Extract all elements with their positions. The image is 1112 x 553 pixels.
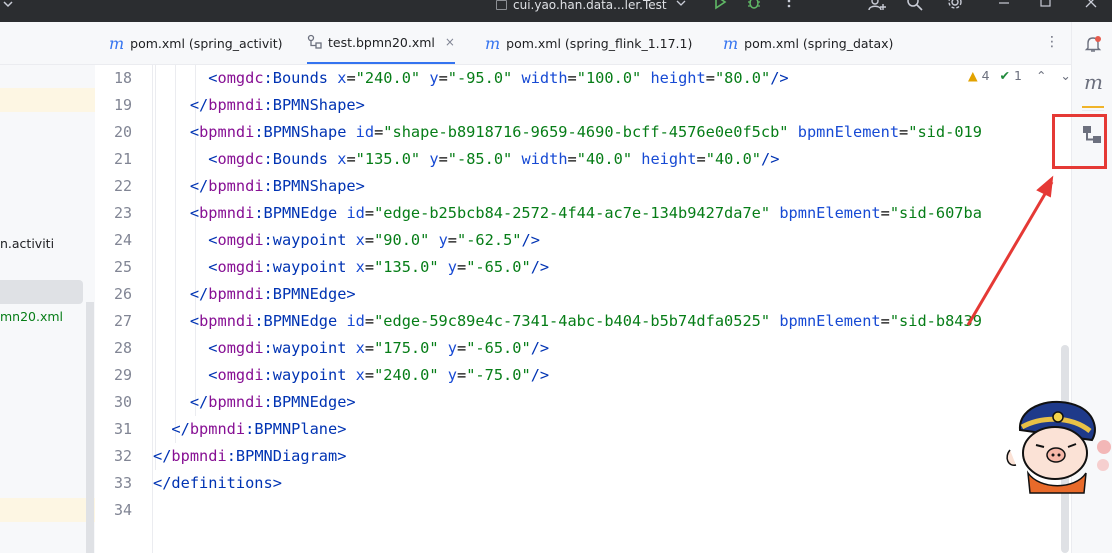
highlighted-row[interactable]	[0, 88, 95, 112]
maven-icon[interactable]: m	[1084, 70, 1103, 94]
mascot-sticker	[1006, 400, 1111, 494]
line-number: 32	[113, 447, 132, 465]
maximize-icon[interactable]	[1040, 0, 1052, 10]
line-number: 24	[113, 231, 132, 249]
line-number: 20	[113, 123, 132, 141]
maven-icon: m	[485, 33, 501, 53]
tab-pom-spring-activit[interactable]: m pom.xml (spring_activit)	[109, 22, 283, 64]
line-number: 26	[113, 285, 132, 303]
tab-pom-spring-flink[interactable]: m pom.xml (spring_flink_1.17.1)	[485, 22, 692, 64]
run-icon[interactable]	[713, 0, 727, 10]
highlighted-row[interactable]	[0, 498, 95, 522]
ok-count: 1	[1014, 68, 1022, 83]
close-tab-icon[interactable]: ×	[445, 35, 455, 49]
code-line[interactable]: <omgdi:waypoint x="240.0" y="-75.0"/>	[153, 362, 549, 389]
line-number: 27	[113, 312, 132, 330]
panel-divider	[0, 64, 95, 65]
code-line[interactable]: <omgdi:waypoint x="90.0" y="-62.5"/>	[153, 227, 540, 254]
configuration-icon	[496, 0, 507, 10]
chevron-down-icon[interactable]: ⌄	[1060, 68, 1070, 83]
strip-divider	[1082, 110, 1104, 111]
code-line[interactable]: </bpmndi:BPMNDiagram>	[153, 443, 346, 470]
line-number: 19	[113, 96, 132, 114]
run-configuration-selector[interactable]: cui.yao.han.data...ler.Test	[496, 0, 686, 12]
line-number: 28	[113, 339, 132, 357]
code-line[interactable]: <bpmndi:BPMNEdge id="edge-b25bcb84-2572-…	[153, 200, 982, 227]
line-number: 18	[113, 69, 132, 87]
tab-label: pom.xml (spring_activit)	[130, 35, 283, 51]
line-number: 30	[113, 393, 132, 411]
debug-icon[interactable]	[746, 0, 762, 10]
code-line[interactable]: <omgdi:waypoint x="135.0" y="-65.0"/>	[153, 254, 549, 281]
code-line[interactable]: </bpmndi:BPMNShape>	[153, 92, 365, 119]
code-line[interactable]: <bpmndi:BPMNEdge id="edge-59c89e4c-7341-…	[153, 308, 982, 335]
code-line[interactable]: <omgdc:Bounds x="240.0" y="-95.0" width=…	[153, 65, 788, 92]
line-number-gutter: 18 19 20 21 22 23 24 25 26 27 28 29 30 3…	[95, 65, 153, 553]
title-bar: cui.yao.han.data...ler.Test	[0, 0, 1112, 22]
line-number: 21	[113, 150, 132, 168]
tab-label: pom.xml (spring_datax)	[744, 35, 894, 51]
line-number: 23	[113, 204, 132, 222]
editor-tab-bar: m pom.xml (spring_activit) test.bpmn20.x…	[95, 22, 1071, 65]
line-number: 31	[113, 420, 132, 438]
minimize-icon[interactable]	[998, 0, 1010, 10]
maven-icon: m	[723, 33, 739, 53]
maven-icon: m	[109, 33, 125, 53]
check-icon: ✔	[999, 68, 1011, 83]
line-number: 29	[113, 366, 132, 384]
line-number: 34	[113, 501, 132, 519]
project-tree-item[interactable]: mn20.xml	[0, 309, 63, 324]
code-line[interactable]: <bpmndi:BPMNShape id="shape-b8918716-965…	[153, 119, 982, 146]
warning-icon: ▲	[968, 68, 978, 83]
run-configuration-label: cui.yao.han.data...ler.Test	[513, 0, 667, 12]
code-line[interactable]: </bpmndi:BPMNShape>	[153, 173, 365, 200]
tab-label: test.bpmn20.xml	[328, 34, 435, 50]
code-line[interactable]: </bpmndi:BPMNPlane>	[153, 416, 346, 443]
more-actions-icon[interactable]	[786, 0, 792, 10]
bpmn-icon	[307, 34, 322, 49]
code-line[interactable]: </bpmndi:BPMNEdge>	[153, 281, 356, 308]
annotation-highlight-box	[1052, 114, 1107, 169]
strip-divider	[1082, 106, 1104, 108]
selected-row[interactable]	[0, 280, 83, 304]
line-number: 22	[113, 177, 132, 195]
tab-more-icon[interactable]: ⋮	[1045, 34, 1059, 50]
line-number: 25	[113, 258, 132, 276]
close-window-icon[interactable]	[1085, 0, 1097, 10]
project-panel: n.activiti mn20.xml	[0, 22, 96, 553]
code-line[interactable]: <omgdi:waypoint x="175.0" y="-65.0"/>	[153, 335, 549, 362]
chevron-down-icon	[676, 0, 686, 6]
tab-label: pom.xml (spring_flink_1.17.1)	[506, 35, 693, 51]
warning-count: 4	[981, 68, 990, 83]
settings-gear-icon[interactable]	[946, 0, 964, 12]
code-line[interactable]: </definitions>	[153, 470, 282, 497]
code-editor[interactable]: <omgdc:Bounds x="240.0" y="-95.0" width=…	[153, 65, 1058, 553]
code-line[interactable]: </bpmndi:BPMNEdge>	[153, 389, 356, 416]
project-tree-item[interactable]: n.activiti	[0, 236, 54, 251]
tab-test-bpmn20[interactable]: test.bpmn20.xml ×	[307, 22, 455, 64]
tab-pom-spring-datax[interactable]: m pom.xml (spring_datax)	[723, 22, 893, 64]
inspection-widget[interactable]: ▲ 4 ✔ 1 ⌃ ⌄	[968, 68, 1071, 83]
annotation-arrow	[966, 175, 1054, 326]
add-user-icon[interactable]	[867, 0, 887, 12]
notifications-icon[interactable]	[1083, 34, 1103, 54]
line-number: 33	[113, 474, 132, 492]
search-icon[interactable]	[906, 0, 924, 12]
chevron-up-icon[interactable]: ⌃	[1036, 68, 1046, 83]
code-line[interactable]: <omgdc:Bounds x="135.0" y="-85.0" width=…	[153, 146, 779, 173]
chevron-down-icon[interactable]	[2, 0, 14, 10]
